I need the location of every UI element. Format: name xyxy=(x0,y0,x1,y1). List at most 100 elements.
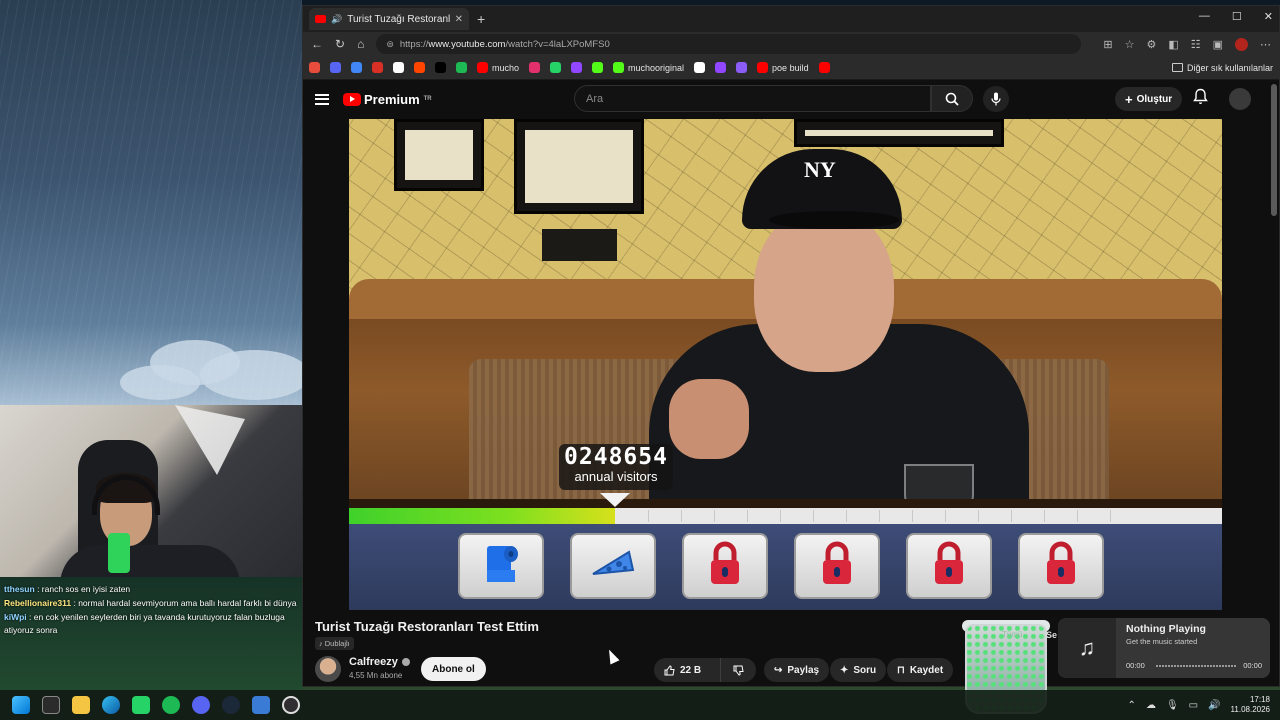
bookmark-item[interactable] xyxy=(592,62,604,73)
other-bookmarks[interactable]: Diğer sık kullanılanlar xyxy=(1171,63,1273,73)
site-info-icon[interactable]: ⊜ xyxy=(386,39,394,50)
video-title: Turist Tuzağı Restoranları Test Ettim xyxy=(315,619,539,634)
bookmark-item[interactable] xyxy=(351,62,362,73)
voice-search-button[interactable] xyxy=(983,86,1009,112)
dislike-button[interactable] xyxy=(720,658,756,682)
bookmark-item[interactable] xyxy=(736,62,748,73)
unlock-tiles-bar xyxy=(349,524,1222,610)
sidebar-icon[interactable]: ◧ xyxy=(1168,38,1178,51)
extensions-icon[interactable]: ⚙ xyxy=(1146,38,1156,51)
minimize-icon[interactable]: — xyxy=(1199,10,1210,23)
new-tab-button[interactable]: + xyxy=(477,11,485,27)
search-button[interactable] xyxy=(931,85,973,112)
bookmark-item[interactable]: poe build xyxy=(757,62,809,73)
wall-plaque xyxy=(542,229,617,261)
start-windows-icon[interactable] xyxy=(12,696,30,714)
like-button[interactable]: 22 B xyxy=(654,658,720,682)
tab-youtube[interactable]: 🔊 Turist Tuzağı Restoranları Test Ettim … xyxy=(309,8,469,30)
save-button[interactable]: ⊓ Kaydet xyxy=(887,658,954,682)
menu-icon[interactable] xyxy=(315,93,329,105)
spotify-icon[interactable] xyxy=(162,696,180,714)
profile-avatar[interactable] xyxy=(1235,37,1248,51)
url-field[interactable]: ⊜ https://www.youtube.com/watch?v=4laLXP… xyxy=(376,34,1082,54)
mic-tray-icon[interactable]: 🎙 xyxy=(1166,700,1179,711)
volume-icon[interactable]: 🔊 xyxy=(1208,700,1220,711)
thumbs-up-icon xyxy=(664,664,675,675)
folder-icon xyxy=(1171,63,1183,72)
bookmark-item[interactable] xyxy=(393,62,404,73)
subscriber-count: 4,55 Mn abone xyxy=(349,671,403,680)
cloud-icon[interactable]: ☁ xyxy=(1146,700,1156,711)
tray-chevron-icon[interactable]: ⌃ xyxy=(1128,700,1136,711)
bookmark-item[interactable]: muchooriginal xyxy=(613,62,684,73)
favorite-star-icon[interactable]: ☆ xyxy=(1125,38,1135,51)
settings-gear-icon[interactable] xyxy=(252,696,270,714)
channel-avatar[interactable] xyxy=(315,656,341,682)
bookmark-item[interactable] xyxy=(694,62,706,73)
file-explorer-icon[interactable] xyxy=(72,696,90,714)
bookmark-favicon-icon xyxy=(529,62,541,73)
steam-icon[interactable] xyxy=(222,696,240,714)
share-button[interactable]: ↪ Paylaş xyxy=(764,658,830,682)
bookmark-item[interactable] xyxy=(435,62,446,73)
channel-name[interactable]: Calfreezy xyxy=(349,656,410,668)
home-icon[interactable]: ⌂ xyxy=(357,37,364,51)
subscribe-button[interactable]: Abone ol xyxy=(421,657,486,681)
page-scrollbar[interactable] xyxy=(1271,84,1277,216)
notifications-bell-icon[interactable] xyxy=(1193,88,1208,110)
bookmark-item[interactable] xyxy=(715,62,727,73)
music-widget[interactable]: ♫ Nothing Playing Get the music started … xyxy=(1058,618,1270,678)
collections-icon[interactable]: ▣ xyxy=(1213,38,1223,51)
bookmark-item[interactable] xyxy=(414,62,425,73)
bookmark-item[interactable] xyxy=(456,62,467,73)
bookmark-item[interactable]: mucho xyxy=(477,62,519,73)
create-button[interactable]: + Oluştur xyxy=(1115,87,1183,111)
clock[interactable]: 17:18 11.08.2026 xyxy=(1231,695,1270,715)
music-subtitle: Get the music started xyxy=(1126,637,1198,646)
unlock-tile xyxy=(682,533,768,599)
obs-icon[interactable] xyxy=(282,696,300,714)
account-avatar[interactable] xyxy=(1229,88,1251,110)
favorites-icon[interactable]: ☷ xyxy=(1191,38,1201,51)
reload-icon[interactable]: ↻ xyxy=(335,37,345,51)
whatsapp-icon[interactable] xyxy=(132,696,150,714)
logo-text: Premium xyxy=(364,91,420,107)
chat-text: en cok yenilen seylerden biri ya tavanda… xyxy=(4,612,285,635)
lock-icon xyxy=(705,540,745,593)
channel-name-text: Calfreezy xyxy=(349,656,398,668)
progress-segment xyxy=(714,510,716,522)
maximize-icon[interactable]: ☐ xyxy=(1232,10,1242,23)
ask-button[interactable]: ✦ Soru xyxy=(830,658,887,682)
split-view-icon[interactable]: ⊞ xyxy=(1103,38,1112,51)
close-tab-icon[interactable]: ✕ xyxy=(455,14,463,25)
clock-time: 17:18 xyxy=(1249,695,1270,704)
bookmark-favicon-icon xyxy=(372,62,383,73)
video-player[interactable]: NY 0248654 annual visitors xyxy=(349,119,1222,610)
more-menu-icon[interactable]: ⋯ xyxy=(1260,38,1271,51)
bookmark-item[interactable] xyxy=(330,62,341,73)
tab-bar: 🔊 Turist Tuzağı Restoranları Test Ettim … xyxy=(303,6,1279,32)
wall-frame xyxy=(394,119,484,191)
music-progress[interactable] xyxy=(1156,665,1236,667)
bookmark-item[interactable] xyxy=(571,62,583,73)
back-icon[interactable]: ← xyxy=(311,37,323,51)
close-window-icon[interactable]: ✕ xyxy=(1264,10,1273,23)
bookmark-item[interactable] xyxy=(818,62,830,73)
bookmark-item[interactable] xyxy=(550,62,562,73)
progress-segment xyxy=(978,510,980,522)
edge-icon[interactable] xyxy=(102,696,120,714)
bookmark-label: mucho xyxy=(492,62,520,73)
presenter-hands xyxy=(669,379,749,459)
speaker-icon[interactable]: 🔊 xyxy=(331,14,342,25)
youtube-premium-logo[interactable]: Premium TR xyxy=(343,92,432,107)
bookmark-item[interactable] xyxy=(529,62,541,73)
trash-label: Tümü xyxy=(1002,630,1023,639)
store-icon[interactable] xyxy=(42,696,60,714)
search-input[interactable]: Ara xyxy=(574,85,931,112)
display-icon[interactable]: ▭ xyxy=(1189,700,1198,711)
bookmark-item[interactable] xyxy=(309,62,320,73)
discord-icon[interactable] xyxy=(192,696,210,714)
progress-segment xyxy=(945,510,947,522)
bookmark-item[interactable] xyxy=(372,62,383,73)
bookmark-favicon-icon xyxy=(715,62,727,73)
